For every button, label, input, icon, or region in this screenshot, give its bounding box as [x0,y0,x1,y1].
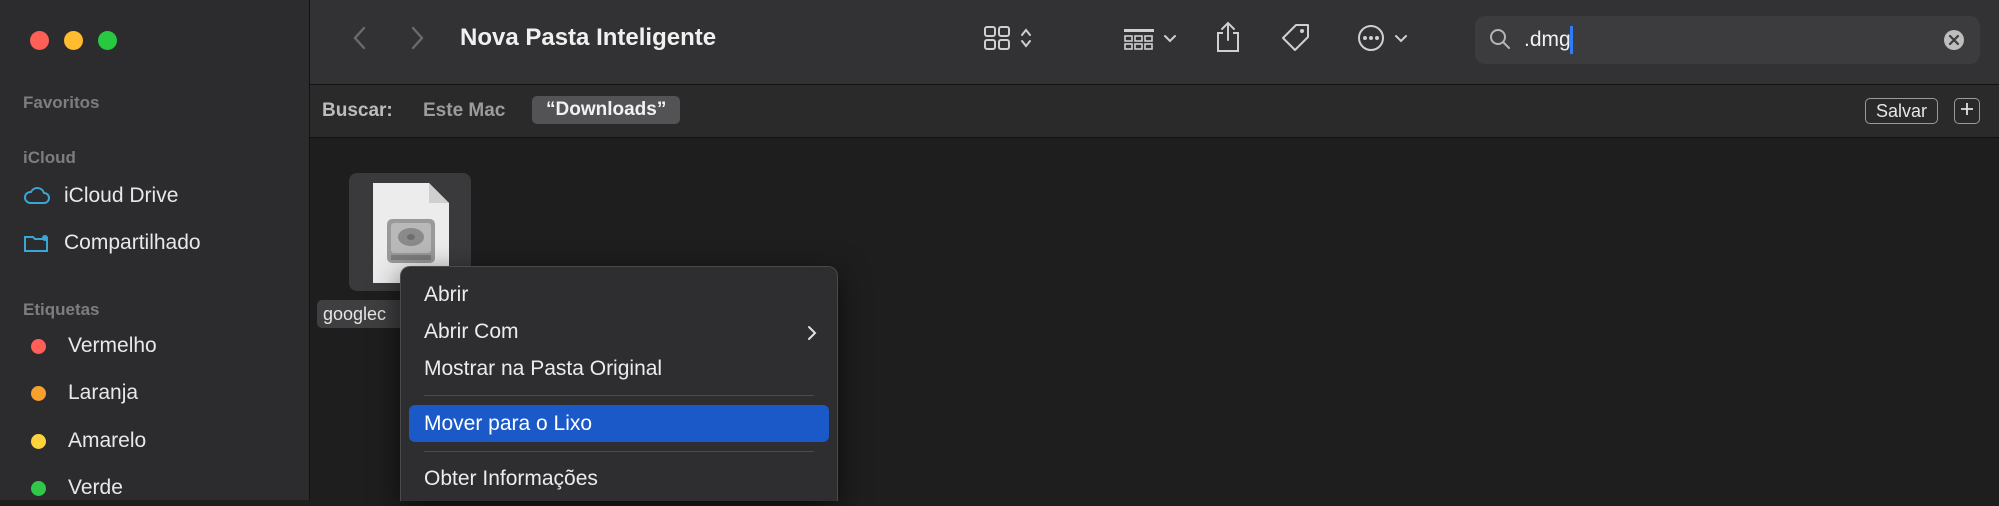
toolbar: Nova Pasta Inteligente .dmg [310,0,1999,85]
sidebar-tag-verde[interactable]: Verde [23,470,123,506]
green-tag-dot-icon [31,480,46,496]
zoom-window-button[interactable] [98,31,117,50]
red-tag-dot-icon [31,338,46,354]
minimize-window-button[interactable] [64,31,83,50]
menu-item-mostrar-na-pasta-original[interactable]: Mostrar na Pasta Original [409,350,829,387]
shared-folder-icon [23,231,51,255]
sidebar: Favoritos iCloud iCloud Drive Compartilh… [0,0,310,500]
context-menu: Abrir Abrir Com Mostrar na Pasta Origina… [400,266,838,501]
close-window-button[interactable] [30,31,49,50]
scope-option-this-mac[interactable]: Este Mac [423,100,505,122]
sidebar-tag-vermelho[interactable]: Vermelho [23,328,157,364]
menu-item-abrir[interactable]: Abrir [409,276,829,313]
group-button[interactable] [1115,22,1185,58]
sidebar-item-label: Verde [68,476,123,499]
sidebar-item-label: Laranja [68,381,139,404]
sidebar-item-label: Compartilhado [64,231,201,254]
add-criteria-button[interactable] [1954,98,1980,124]
view-mode-button[interactable] [975,22,1041,58]
search-scope-bar: Buscar: Este Mac “Downloads” Salvar [310,85,1999,138]
search-input[interactable]: .dmg [1524,28,1571,52]
sidebar-item-label: Vermelho [68,334,157,357]
chevron-right-icon [807,323,817,347]
group-icon [1123,26,1155,55]
sidebar-item-icloud-drive[interactable]: iCloud Drive [23,178,178,214]
scope-option-downloads[interactable]: “Downloads” [532,96,681,124]
share-button[interactable] [1210,19,1246,59]
sidebar-section-favoritos: Favoritos [23,93,100,112]
menu-item-label: Abrir Com [424,319,519,343]
yellow-tag-dot-icon [31,433,46,449]
chevron-right-icon [409,25,425,56]
sidebar-item-label: Amarelo [68,429,147,452]
menu-separator [424,451,814,452]
save-search-button[interactable]: Salvar [1865,98,1939,124]
share-icon [1215,21,1241,58]
up-down-chevron-icon [1019,26,1033,55]
more-icon [1356,23,1386,58]
menu-item-obter-informacoes[interactable]: Obter Informações [409,460,829,497]
sidebar-item-compartilhado[interactable]: Compartilhado [23,225,201,261]
chevron-down-icon [1394,31,1408,49]
cloud-icon [23,184,51,208]
window-title: Nova Pasta Inteligente [460,24,717,51]
menu-separator [424,395,814,396]
forward-button[interactable] [399,22,435,58]
menu-item-mover-para-o-lixo[interactable]: Mover para o Lixo [409,405,829,442]
tag-icon [1280,22,1312,59]
back-button[interactable] [342,22,378,58]
text-caret [1570,26,1573,54]
more-actions-button[interactable] [1347,22,1417,58]
magnifier-icon [1489,28,1511,55]
clear-search-icon[interactable] [1943,29,1965,56]
sidebar-tag-amarelo[interactable]: Amarelo [23,423,146,459]
tags-button[interactable] [1277,21,1315,59]
grid-view-icon [983,25,1011,56]
orange-tag-dot-icon [31,385,46,401]
chevron-down-icon [1163,31,1177,49]
sidebar-section-etiquetas: Etiquetas [23,300,100,319]
scope-label: Buscar: [322,100,393,121]
search-field[interactable]: .dmg [1475,16,1980,64]
plus-icon [1960,102,1974,121]
chevron-left-icon [352,25,368,56]
menu-item-abrir-com[interactable]: Abrir Com [409,313,829,350]
sidebar-section-icloud: iCloud [23,148,76,167]
sidebar-tag-laranja[interactable]: Laranja [23,375,138,411]
sidebar-item-label: iCloud Drive [64,184,179,207]
